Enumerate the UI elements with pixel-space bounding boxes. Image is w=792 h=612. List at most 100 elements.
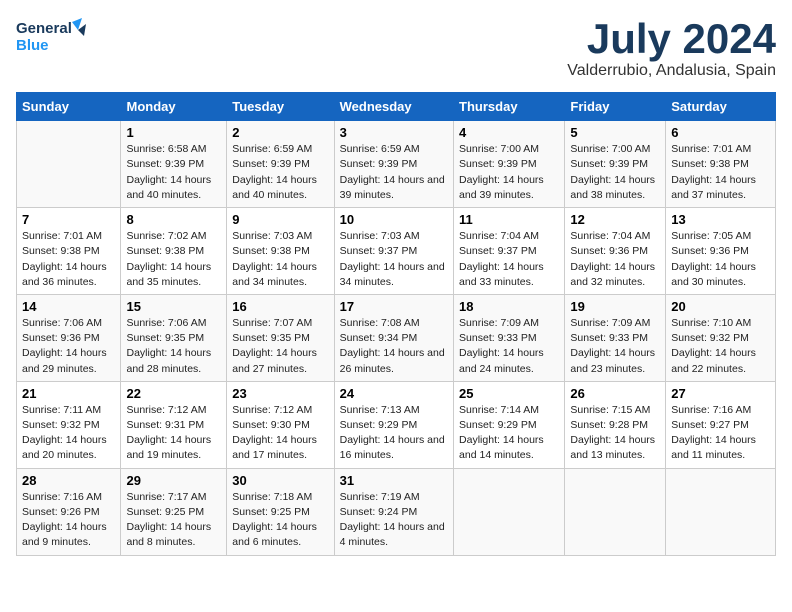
- calendar-cell: 18 Sunrise: 7:09 AM Sunset: 9:33 PM Dayl…: [454, 294, 565, 381]
- cell-info: Sunrise: 7:01 AM Sunset: 9:38 PM Dayligh…: [22, 229, 115, 290]
- calendar-cell: 10 Sunrise: 7:03 AM Sunset: 9:37 PM Dayl…: [334, 208, 453, 295]
- cell-info: Sunrise: 7:19 AM Sunset: 9:24 PM Dayligh…: [340, 490, 448, 551]
- cell-info: Sunrise: 7:09 AM Sunset: 9:33 PM Dayligh…: [459, 316, 559, 377]
- cell-info: Sunrise: 7:04 AM Sunset: 9:37 PM Dayligh…: [459, 229, 559, 290]
- day-number: 8: [126, 212, 221, 227]
- cell-info: Sunrise: 7:15 AM Sunset: 9:28 PM Dayligh…: [570, 403, 660, 464]
- day-number: 1: [126, 125, 221, 140]
- calendar-cell: 12 Sunrise: 7:04 AM Sunset: 9:36 PM Dayl…: [565, 208, 666, 295]
- day-number: 2: [232, 125, 328, 140]
- calendar-cell: 29 Sunrise: 7:17 AM Sunset: 9:25 PM Dayl…: [121, 468, 227, 555]
- cell-info: Sunrise: 7:17 AM Sunset: 9:25 PM Dayligh…: [126, 490, 221, 551]
- day-number: 27: [671, 386, 770, 401]
- title-block: July 2024 Valderrubio, Andalusia, Spain: [567, 16, 776, 80]
- cell-info: Sunrise: 7:13 AM Sunset: 9:29 PM Dayligh…: [340, 403, 448, 464]
- calendar-cell: 28 Sunrise: 7:16 AM Sunset: 9:26 PM Dayl…: [17, 468, 121, 555]
- cell-info: Sunrise: 7:10 AM Sunset: 9:32 PM Dayligh…: [671, 316, 770, 377]
- calendar-cell: 2 Sunrise: 6:59 AM Sunset: 9:39 PM Dayli…: [227, 121, 334, 208]
- week-row-1: 1 Sunrise: 6:58 AM Sunset: 9:39 PM Dayli…: [17, 121, 776, 208]
- logo-svg: General Blue: [16, 16, 86, 58]
- calendar-cell: 27 Sunrise: 7:16 AM Sunset: 9:27 PM Dayl…: [666, 381, 776, 468]
- column-header-saturday: Saturday: [666, 93, 776, 121]
- day-number: 13: [671, 212, 770, 227]
- week-row-3: 14 Sunrise: 7:06 AM Sunset: 9:36 PM Dayl…: [17, 294, 776, 381]
- day-number: 20: [671, 299, 770, 314]
- day-number: 17: [340, 299, 448, 314]
- day-number: 18: [459, 299, 559, 314]
- cell-info: Sunrise: 7:12 AM Sunset: 9:30 PM Dayligh…: [232, 403, 328, 464]
- calendar-cell: 13 Sunrise: 7:05 AM Sunset: 9:36 PM Dayl…: [666, 208, 776, 295]
- calendar-cell: 24 Sunrise: 7:13 AM Sunset: 9:29 PM Dayl…: [334, 381, 453, 468]
- cell-info: Sunrise: 7:04 AM Sunset: 9:36 PM Dayligh…: [570, 229, 660, 290]
- cell-info: Sunrise: 6:59 AM Sunset: 9:39 PM Dayligh…: [232, 142, 328, 203]
- page-subtitle: Valderrubio, Andalusia, Spain: [567, 62, 776, 80]
- calendar-cell: 25 Sunrise: 7:14 AM Sunset: 9:29 PM Dayl…: [454, 381, 565, 468]
- calendar-cell: [454, 468, 565, 555]
- day-number: 29: [126, 473, 221, 488]
- column-header-monday: Monday: [121, 93, 227, 121]
- day-number: 15: [126, 299, 221, 314]
- page-header: General Blue July 2024 Valderrubio, Anda…: [16, 16, 776, 80]
- cell-info: Sunrise: 7:06 AM Sunset: 9:36 PM Dayligh…: [22, 316, 115, 377]
- day-number: 25: [459, 386, 559, 401]
- svg-text:General: General: [16, 20, 72, 37]
- cell-info: Sunrise: 7:00 AM Sunset: 9:39 PM Dayligh…: [459, 142, 559, 203]
- cell-info: Sunrise: 7:07 AM Sunset: 9:35 PM Dayligh…: [232, 316, 328, 377]
- cell-info: Sunrise: 7:16 AM Sunset: 9:26 PM Dayligh…: [22, 490, 115, 551]
- cell-info: Sunrise: 7:06 AM Sunset: 9:35 PM Dayligh…: [126, 316, 221, 377]
- calendar-cell: 8 Sunrise: 7:02 AM Sunset: 9:38 PM Dayli…: [121, 208, 227, 295]
- week-row-2: 7 Sunrise: 7:01 AM Sunset: 9:38 PM Dayli…: [17, 208, 776, 295]
- week-row-4: 21 Sunrise: 7:11 AM Sunset: 9:32 PM Dayl…: [17, 381, 776, 468]
- calendar-cell: 23 Sunrise: 7:12 AM Sunset: 9:30 PM Dayl…: [227, 381, 334, 468]
- calendar-cell: 11 Sunrise: 7:04 AM Sunset: 9:37 PM Dayl…: [454, 208, 565, 295]
- column-header-wednesday: Wednesday: [334, 93, 453, 121]
- cell-info: Sunrise: 7:01 AM Sunset: 9:38 PM Dayligh…: [671, 142, 770, 203]
- day-number: 16: [232, 299, 328, 314]
- calendar-cell: 6 Sunrise: 7:01 AM Sunset: 9:38 PM Dayli…: [666, 121, 776, 208]
- header-row: SundayMondayTuesdayWednesdayThursdayFrid…: [17, 93, 776, 121]
- cell-info: Sunrise: 7:05 AM Sunset: 9:36 PM Dayligh…: [671, 229, 770, 290]
- day-number: 28: [22, 473, 115, 488]
- day-number: 22: [126, 386, 221, 401]
- day-number: 9: [232, 212, 328, 227]
- calendar-cell: 5 Sunrise: 7:00 AM Sunset: 9:39 PM Dayli…: [565, 121, 666, 208]
- page-title: July 2024: [567, 16, 776, 62]
- cell-info: Sunrise: 7:16 AM Sunset: 9:27 PM Dayligh…: [671, 403, 770, 464]
- day-number: 11: [459, 212, 559, 227]
- calendar-cell: 15 Sunrise: 7:06 AM Sunset: 9:35 PM Dayl…: [121, 294, 227, 381]
- day-number: 10: [340, 212, 448, 227]
- day-number: 31: [340, 473, 448, 488]
- day-number: 14: [22, 299, 115, 314]
- logo: General Blue: [16, 16, 86, 58]
- day-number: 3: [340, 125, 448, 140]
- cell-info: Sunrise: 7:00 AM Sunset: 9:39 PM Dayligh…: [570, 142, 660, 203]
- cell-info: Sunrise: 7:09 AM Sunset: 9:33 PM Dayligh…: [570, 316, 660, 377]
- calendar-cell: 4 Sunrise: 7:00 AM Sunset: 9:39 PM Dayli…: [454, 121, 565, 208]
- calendar-cell: [565, 468, 666, 555]
- calendar-cell: 1 Sunrise: 6:58 AM Sunset: 9:39 PM Dayli…: [121, 121, 227, 208]
- day-number: 6: [671, 125, 770, 140]
- cell-info: Sunrise: 6:59 AM Sunset: 9:39 PM Dayligh…: [340, 142, 448, 203]
- calendar-cell: 14 Sunrise: 7:06 AM Sunset: 9:36 PM Dayl…: [17, 294, 121, 381]
- calendar-cell: 31 Sunrise: 7:19 AM Sunset: 9:24 PM Dayl…: [334, 468, 453, 555]
- cell-info: Sunrise: 6:58 AM Sunset: 9:39 PM Dayligh…: [126, 142, 221, 203]
- day-number: 19: [570, 299, 660, 314]
- svg-text:Blue: Blue: [16, 37, 49, 54]
- calendar-cell: 21 Sunrise: 7:11 AM Sunset: 9:32 PM Dayl…: [17, 381, 121, 468]
- day-number: 12: [570, 212, 660, 227]
- calendar-cell: 30 Sunrise: 7:18 AM Sunset: 9:25 PM Dayl…: [227, 468, 334, 555]
- column-header-tuesday: Tuesday: [227, 93, 334, 121]
- day-number: 30: [232, 473, 328, 488]
- day-number: 4: [459, 125, 559, 140]
- calendar-table: SundayMondayTuesdayWednesdayThursdayFrid…: [16, 92, 776, 555]
- calendar-cell: [666, 468, 776, 555]
- day-number: 23: [232, 386, 328, 401]
- calendar-cell: [17, 121, 121, 208]
- calendar-cell: 9 Sunrise: 7:03 AM Sunset: 9:38 PM Dayli…: [227, 208, 334, 295]
- calendar-cell: 22 Sunrise: 7:12 AM Sunset: 9:31 PM Dayl…: [121, 381, 227, 468]
- calendar-cell: 19 Sunrise: 7:09 AM Sunset: 9:33 PM Dayl…: [565, 294, 666, 381]
- day-number: 26: [570, 386, 660, 401]
- calendar-cell: 17 Sunrise: 7:08 AM Sunset: 9:34 PM Dayl…: [334, 294, 453, 381]
- cell-info: Sunrise: 7:02 AM Sunset: 9:38 PM Dayligh…: [126, 229, 221, 290]
- day-number: 7: [22, 212, 115, 227]
